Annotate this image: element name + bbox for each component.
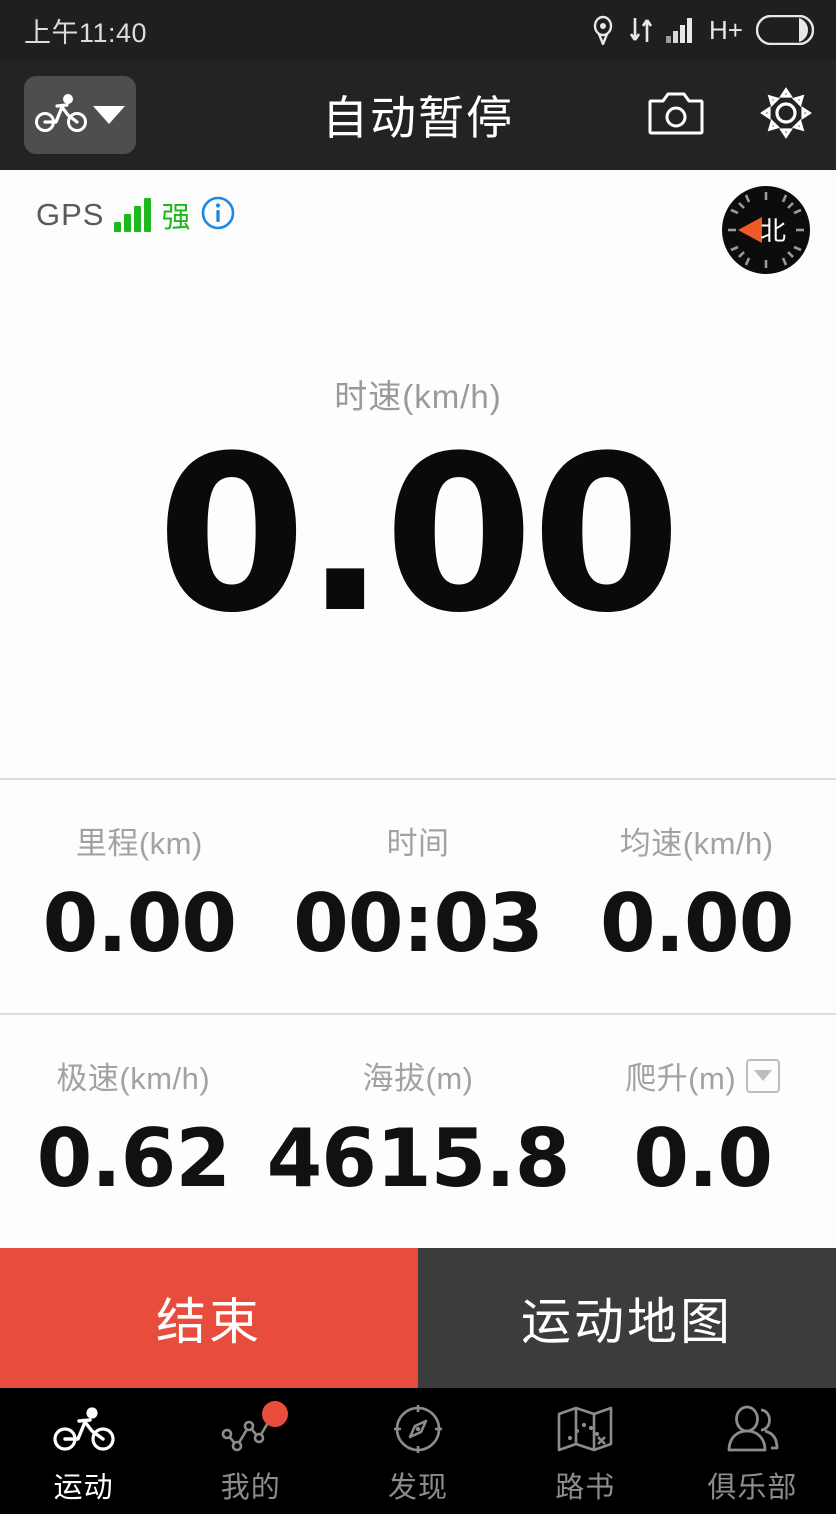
nav-label: 路书	[555, 1471, 616, 1504]
gps-label: GPS	[36, 197, 105, 232]
info-icon[interactable]	[200, 195, 236, 236]
stats-row-secondary: 极速(km/h) 0.62 海拔(m) 4615.8 爬升(m) 0.0	[0, 1015, 836, 1248]
app-header: 自动暂停	[0, 60, 836, 170]
gps-strength-label: 强	[161, 202, 191, 234]
data-transfer-icon	[629, 16, 653, 44]
stat-value: 0.62	[36, 1112, 231, 1205]
stat-label-group: 爬升(m)	[625, 1053, 781, 1098]
stat-label: 里程(km)	[75, 826, 203, 861]
stats-row-primary: 里程(km) 0.00 时间 00:03 均速(km/h) 0.00	[0, 780, 836, 1013]
status-icon-group: H+	[590, 15, 814, 46]
camera-icon[interactable]	[648, 89, 704, 142]
cycling-icon	[52, 1403, 115, 1455]
status-bar: 上午11:40 H+	[0, 0, 836, 60]
compass-needle-icon	[738, 217, 762, 243]
stat-altitude: 海拔(m) 4615.8	[266, 1053, 571, 1205]
nav-item-sport[interactable]: 运动	[0, 1397, 167, 1506]
bottom-navigation: 运动 我的 发现 路书 俱乐部	[0, 1388, 836, 1514]
gear-icon[interactable]	[760, 86, 812, 144]
metric-switch-dropdown-icon[interactable]	[746, 1058, 781, 1093]
nav-label: 俱乐部	[707, 1471, 798, 1504]
stat-value: 0.00	[42, 877, 237, 970]
action-bar: 结束 运动地图	[0, 1248, 836, 1388]
stat-max-speed: 极速(km/h) 0.62	[0, 1053, 267, 1205]
app-screen: 上午11:40 H+ 自动暂停 GPS 强 北 时速(km/h) 0.00 里程…	[0, 0, 836, 1514]
stat-label: 海拔(m)	[362, 1061, 474, 1096]
nav-item-routebook[interactable]: 路书	[502, 1397, 669, 1506]
stat-elevation-gain[interactable]: 爬升(m) 0.0	[569, 1053, 836, 1205]
stat-value: 4615.8	[266, 1112, 571, 1205]
stat-value: 0.00	[599, 877, 794, 970]
nav-item-club[interactable]: 俱乐部	[669, 1397, 836, 1506]
stat-label: 爬升(m)	[625, 1061, 737, 1096]
battery-icon	[756, 15, 814, 45]
current-speed-panel: 时速(km/h) 0.00	[0, 170, 836, 778]
stat-value: 0.0	[633, 1112, 773, 1205]
compass-icon	[391, 1403, 445, 1455]
header-action-group	[648, 86, 812, 144]
compass-widget[interactable]: 北	[722, 186, 810, 274]
chevron-down-icon	[93, 106, 125, 124]
nav-label: 发现	[388, 1471, 449, 1504]
people-icon	[721, 1403, 783, 1455]
stat-average-speed: 均速(km/h) 0.00	[557, 818, 836, 970]
stat-label: 时间	[386, 826, 450, 861]
nav-item-discover[interactable]: 发现	[334, 1397, 501, 1506]
nav-item-mine[interactable]: 我的	[167, 1397, 334, 1506]
network-type-label: H+	[709, 14, 743, 45]
status-time: 上午11:40	[24, 17, 148, 48]
stat-label: 均速(km/h)	[619, 826, 774, 861]
stat-value: 00:03	[293, 877, 544, 970]
end-activity-button[interactable]: 结束	[0, 1248, 418, 1388]
line-chart-icon	[218, 1400, 288, 1455]
stat-duration: 时间 00:03	[279, 818, 558, 970]
map-icon	[556, 1403, 614, 1455]
signal-icon	[666, 17, 696, 43]
stat-distance: 里程(km) 0.00	[0, 818, 279, 970]
speed-value: 0.00	[156, 409, 681, 660]
activity-map-button[interactable]: 运动地图	[418, 1248, 836, 1388]
compass-north-label: 北	[759, 215, 786, 246]
gps-status: GPS 强	[36, 194, 236, 236]
gps-signal-icon	[114, 198, 152, 232]
sport-type-selector[interactable]	[24, 76, 136, 154]
main-content: GPS 强 北 时速(km/h) 0.00 里程(km) 0.00 时间 00:…	[0, 170, 836, 1248]
nav-label: 运动	[53, 1471, 114, 1504]
location-icon	[590, 15, 616, 45]
nav-label: 我的	[220, 1471, 281, 1504]
stat-label: 极速(km/h)	[56, 1061, 211, 1096]
cycling-icon	[35, 93, 87, 138]
notification-badge	[261, 1400, 288, 1427]
